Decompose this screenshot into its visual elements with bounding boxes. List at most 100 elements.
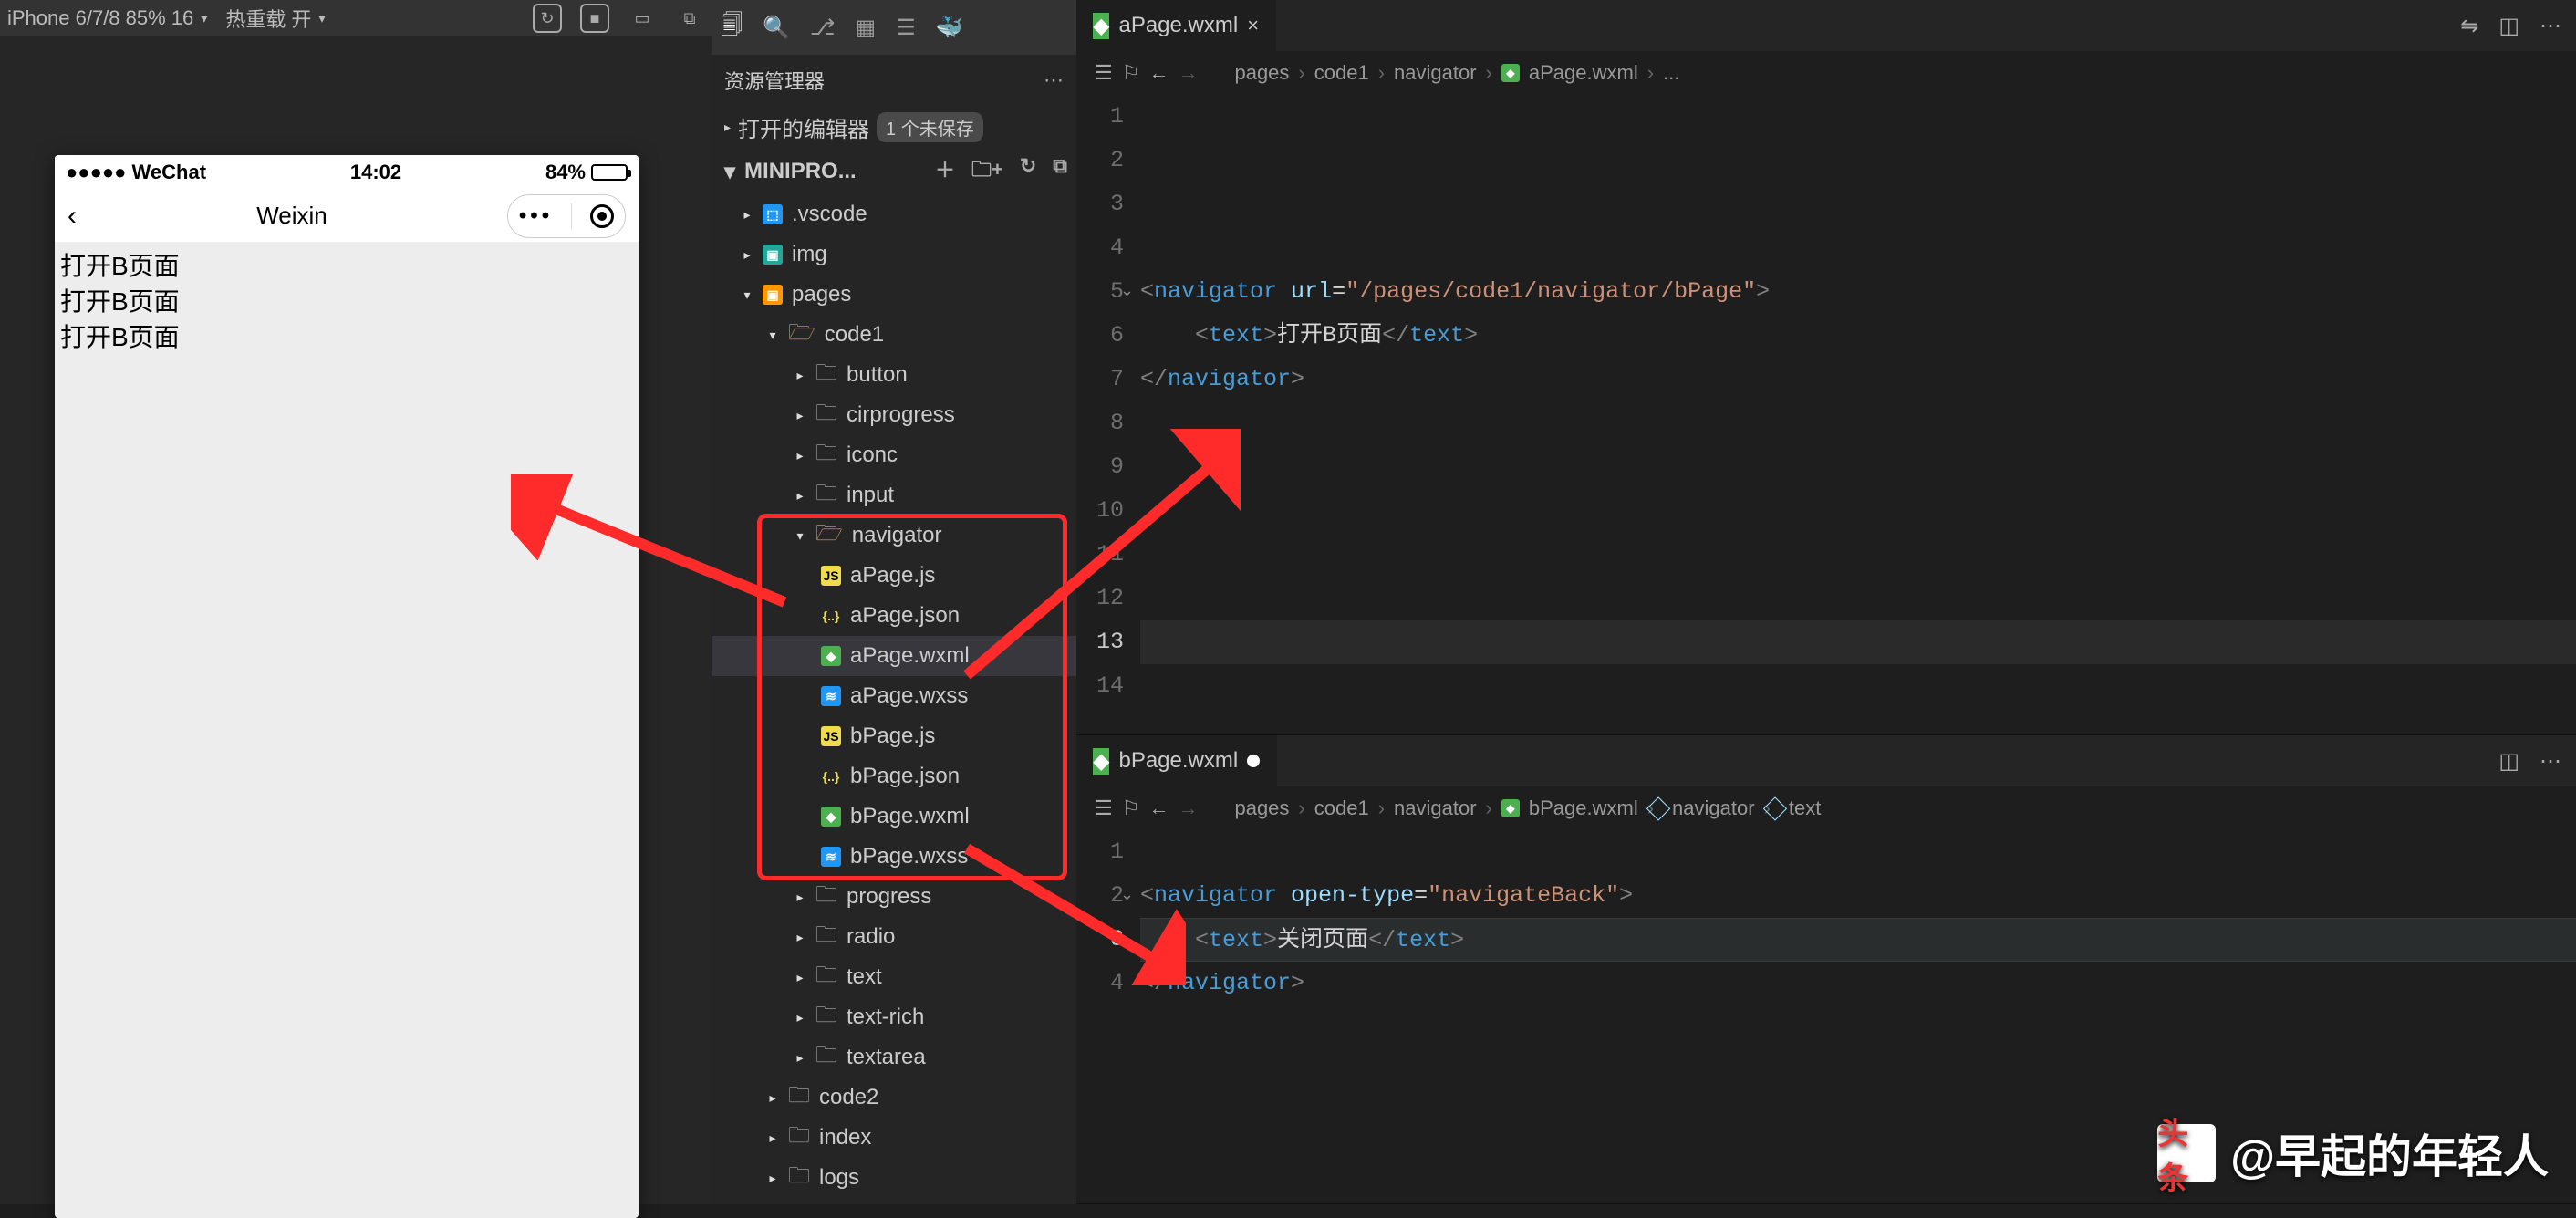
folder-icon: 🗀: [788, 1079, 810, 1117]
tree-folder[interactable]: ▾🗁code1: [712, 315, 1076, 355]
code-lines: ⌄<navigator url="/pages/code1/navigator/…: [1140, 95, 2576, 708]
tree-file[interactable]: {..}bPage.json: [712, 756, 1076, 796]
phone-body: 打开B页面 打开B页面 打开B页面: [55, 243, 639, 361]
tree-folder[interactable]: ▸🗀input: [712, 475, 1076, 515]
explorer-icon[interactable]: 🗐: [721, 9, 743, 47]
device-label: iPhone 6/7/8 85% 16: [7, 6, 193, 30]
nav-link[interactable]: 打开B页面: [60, 248, 633, 284]
fold-icon[interactable]: ⌄: [1120, 270, 1134, 314]
hot-reload-toggle[interactable]: 热重载 开 ▾: [225, 4, 325, 33]
tree-folder[interactable]: ▸🗀logs: [712, 1158, 1076, 1198]
tree-folder[interactable]: ▸🗀index: [712, 1118, 1076, 1158]
list-icon[interactable]: ☰: [1095, 61, 1113, 85]
tree-file[interactable]: {..}aPage.json: [712, 596, 1076, 636]
folder-icon: 🗀: [788, 1119, 810, 1157]
list-icon[interactable]: ☰: [1095, 796, 1113, 820]
activity-bar: 🗐 🔍 ⎇ ▦ ☰ 🐳: [712, 0, 1076, 55]
search-icon[interactable]: 🔍: [763, 15, 790, 41]
watermark-text: @早起的年轻人: [2230, 1120, 2549, 1186]
tab-apage[interactable]: ◆ aPage.wxml ×: [1076, 0, 1276, 51]
tree-folder[interactable]: ▸🗀radio: [712, 917, 1076, 957]
wxml-icon: ◆: [1501, 799, 1520, 817]
nav-link[interactable]: 打开B页面: [60, 319, 633, 355]
close-icon[interactable]: ×: [1247, 14, 1259, 37]
phone-nav-bar: ‹ Weixin •••: [55, 190, 639, 243]
phone-simulator: ●●●●● WeChat 14:02 84% ‹ Weixin ••• 打开B页…: [55, 155, 639, 1218]
branch-icon[interactable]: ⎇: [810, 15, 836, 41]
tree-file[interactable]: JSbPage.js: [712, 716, 1076, 756]
device-selector[interactable]: iPhone 6/7/8 85% 16 ▾: [7, 6, 207, 30]
carrier-label: ●●●●● WeChat: [66, 161, 206, 184]
folder-icon: 🗀: [788, 1160, 810, 1197]
capsule-button[interactable]: •••: [507, 194, 626, 238]
split-icon[interactable]: ◫: [2498, 748, 2519, 775]
code-editor-a[interactable]: 1234 5678 9101112 1314 ⌄<navigator url="…: [1076, 95, 2576, 708]
tree-file[interactable]: JSaPage.js: [712, 556, 1076, 596]
code-editor-b[interactable]: 1 2 3 4 ⌄<navigator open-type="navigateB…: [1076, 830, 2576, 1005]
project-header[interactable]: ▾ MINIPRO... ＋ 🗀+ ↻ ⧉: [712, 149, 1076, 194]
tree-folder[interactable]: ▸🗀progress: [712, 877, 1076, 917]
tree-folder[interactable]: ▸🗀textarea: [712, 1037, 1076, 1077]
tree-folder[interactable]: ▸🗀text-rich: [712, 997, 1076, 1037]
back-icon[interactable]: ←: [1148, 61, 1169, 85]
unsaved-badge: 1 个未保存: [877, 112, 983, 142]
more-icon[interactable]: ⋯: [2540, 748, 2561, 775]
rotate-icon[interactable]: ↻: [533, 4, 562, 33]
docker-icon[interactable]: 🐳: [936, 15, 963, 41]
tree-folder[interactable]: ▸🗀code2: [712, 1077, 1076, 1118]
new-file-icon[interactable]: ＋: [935, 154, 955, 189]
tree-folder[interactable]: ▸🗀text: [712, 957, 1076, 997]
tree-folder[interactable]: ▸⬚.vscode: [712, 194, 1076, 234]
tree-file[interactable]: ≋bPage.wxss: [712, 837, 1076, 877]
popout-icon[interactable]: ⧉: [675, 4, 704, 33]
forward-icon[interactable]: →: [1178, 61, 1198, 85]
device-icon[interactable]: ▭: [628, 4, 657, 33]
tree-file[interactable]: ◆bPage.wxml: [712, 796, 1076, 837]
tabbar-top: ◆ aPage.wxml × ⇋ ◫ ⋯: [1076, 0, 2576, 51]
fold-icon[interactable]: ⌄: [1120, 874, 1134, 918]
tree-folder[interactable]: ▸🗀button: [712, 355, 1076, 395]
tab-label: aPage.wxml: [1118, 13, 1238, 38]
collapse-icon[interactable]: ⧉: [1053, 154, 1067, 189]
server-icon[interactable]: ☰: [896, 15, 916, 41]
tree-folder[interactable]: ▸🗀iconc: [712, 435, 1076, 475]
breadcrumb-a[interactable]: ☰ ⚐ ← → pages› code1› navigator› ◆ aPage…: [1076, 51, 2576, 95]
refresh-icon[interactable]: ↻: [1020, 154, 1036, 189]
explorer-sidebar: 🗐 🔍 ⎇ ▦ ☰ 🐳 资源管理器 ⋯ ▸ 打开的编辑器 1 个未保存 ▾ MI…: [712, 0, 1076, 1204]
bookmark-icon[interactable]: ⚐: [1122, 61, 1140, 85]
folder-icon: 🗀: [815, 477, 837, 515]
split-icon[interactable]: ◫: [2498, 13, 2519, 39]
target-icon: [590, 204, 614, 228]
tree-folder[interactable]: ▸🗀cirprogress: [712, 395, 1076, 435]
stop-icon[interactable]: ■: [580, 4, 609, 33]
wxml-icon: ◆: [1093, 748, 1109, 775]
phone-nav-title: Weixin: [77, 202, 507, 230]
folder-icon: ▣: [763, 245, 783, 265]
open-editors-section[interactable]: ▸ 打开的编辑器 1 个未保存: [712, 106, 1076, 149]
tree-file[interactable]: ≋aPage.wxss: [712, 676, 1076, 716]
new-folder-icon[interactable]: 🗀+: [971, 154, 1003, 189]
tree-folder[interactable]: ▸▣img: [712, 234, 1076, 275]
open-editors-label: 打开的编辑器: [738, 111, 869, 143]
more-icon[interactable]: ⋯: [1044, 68, 1064, 92]
explorer-header: 资源管理器 ⋯: [712, 55, 1076, 106]
bookmark-icon[interactable]: ⚐: [1122, 796, 1140, 820]
nav-link[interactable]: 打开B页面: [60, 284, 633, 319]
tree-file-selected[interactable]: ◆aPage.wxml: [712, 636, 1076, 676]
folder-icon: 🗀: [815, 437, 837, 474]
clock-label: 14:02: [206, 161, 545, 184]
tree-folder[interactable]: ▾▣pages: [712, 275, 1076, 315]
breadcrumb-b[interactable]: ☰ ⚐ ← → pages› code1› navigator› ◆ bPage…: [1076, 786, 2576, 830]
compare-icon[interactable]: ⇋: [2460, 13, 2478, 39]
forward-icon[interactable]: →: [1178, 796, 1198, 820]
battery-percent: 84%: [545, 161, 586, 184]
more-icon[interactable]: ⋯: [2540, 13, 2561, 39]
blocks-icon[interactable]: ▦: [856, 15, 877, 41]
back-icon[interactable]: ←: [1148, 796, 1169, 820]
tab-bpage[interactable]: ◆ bPage.wxml: [1076, 735, 1277, 786]
back-icon[interactable]: ‹: [68, 201, 77, 232]
editor-pane-a: ☰ ⚐ ← → pages› code1› navigator› ◆ aPage…: [1076, 51, 2576, 735]
more-icon: •••: [519, 203, 553, 229]
tree-folder-navigator[interactable]: ▾🗁navigator: [712, 515, 1076, 556]
folder-icon: ⬚: [763, 204, 783, 224]
